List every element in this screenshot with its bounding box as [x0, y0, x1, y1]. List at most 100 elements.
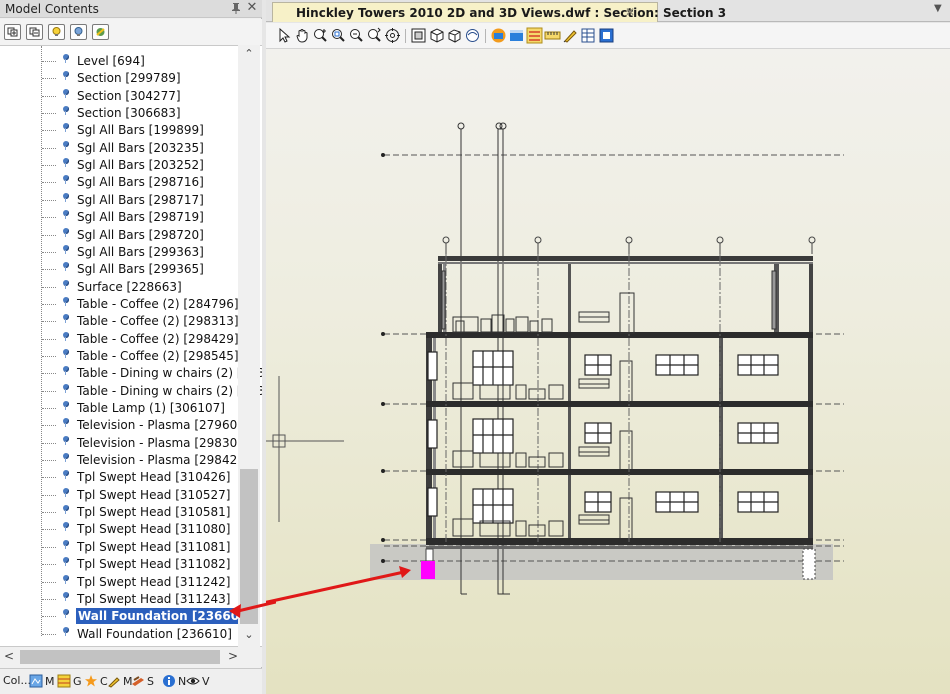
tree-item[interactable]: Television - Plasma [279607]: [0, 416, 250, 434]
pan-icon[interactable]: [294, 27, 311, 44]
tree-item-label: Tpl Swept Head [311080]: [77, 522, 231, 537]
orbit-icon[interactable]: [384, 27, 401, 44]
element-pin-icon: [63, 262, 69, 272]
scroll-right-icon[interactable]: >: [228, 649, 238, 663]
tree-connector: [42, 251, 56, 253]
table-icon[interactable]: [580, 27, 597, 44]
hscroll-thumb[interactable]: [20, 650, 220, 664]
pin-icon[interactable]: [230, 1, 242, 15]
grid-icon: [57, 674, 71, 688]
tree-item-label: Television - Plasma [298425]: [77, 453, 250, 468]
tree-item[interactable]: Sgl All Bars [199899]: [0, 121, 238, 139]
tab-contents[interactable]: Col...: [3, 674, 31, 690]
fit-icon[interactable]: [410, 27, 427, 44]
zoom-window-icon[interactable]: [330, 27, 347, 44]
document-tabbar: Hinckley Towers 2010 2D and 3D Views.dwf…: [266, 0, 950, 22]
tree-item[interactable]: Sgl All Bars [298717]: [0, 191, 238, 209]
element-pin-icon: [63, 522, 69, 532]
tree-item[interactable]: Sgl All Bars [299365]: [0, 260, 238, 278]
element-pin-icon: [63, 418, 69, 428]
zoom-icon[interactable]: [312, 27, 329, 44]
tree-item-label: Tpl Swept Head [311082]: [77, 557, 231, 572]
tree-item[interactable]: Section [304277]: [0, 87, 238, 105]
tree-item[interactable]: Tpl Swept Head [310426]: [0, 468, 238, 486]
tree-item[interactable]: Tpl Swept Head [311082]: [0, 555, 238, 573]
tree-item[interactable]: Table - Dining w chairs (2) [298: [0, 382, 262, 400]
tab-c[interactable]: C: [84, 674, 108, 690]
tree-item[interactable]: Wall Foundation [236610]: [0, 625, 238, 643]
tree-connector: [42, 408, 56, 409]
zoom-extents-icon[interactable]: [348, 27, 365, 44]
scroll-down-icon[interactable]: ⌄: [238, 628, 260, 646]
tree-connector: [42, 442, 56, 444]
tree-item[interactable]: Tpl Swept Head [311080]: [0, 520, 238, 538]
tree-item[interactable]: Table - Coffee (2) [298429]: [0, 330, 239, 348]
tree-item-label: Section [306683]: [77, 106, 181, 121]
tree-item[interactable]: Table Lamp (1) [306107]: [0, 399, 238, 417]
scroll-up-icon[interactable]: ⌃: [238, 47, 260, 65]
tree-item-label: Section [299789]: [77, 71, 181, 86]
tab-v[interactable]: V: [186, 674, 210, 690]
scroll-left-icon[interactable]: <: [4, 649, 14, 663]
zoom-previous-icon[interactable]: [366, 27, 383, 44]
tree-connector: [42, 269, 56, 271]
tree-connector: [42, 113, 56, 115]
cube-icon[interactable]: [428, 27, 445, 44]
measure-icon[interactable]: [544, 27, 561, 44]
tab-model[interactable]: M: [29, 674, 55, 690]
tree-item[interactable]: Section [299789]: [0, 69, 238, 87]
tree-item[interactable]: Sgl All Bars [298716]: [0, 173, 238, 191]
model-tree[interactable]: Level [694] Section [299789] Section [3042…: [0, 45, 262, 647]
element-pin-icon: [63, 140, 69, 150]
expand-all-icon[interactable]: [4, 24, 21, 40]
tree-item[interactable]: Sgl All Bars [203235]: [0, 139, 238, 157]
close-tab-icon[interactable]: ✕: [625, 5, 635, 19]
tab-s[interactable]: S: [131, 674, 154, 690]
tree-item[interactable]: Surface [228663]: [0, 278, 238, 296]
tree-item[interactable]: Wall Foundation [236604]: [0, 607, 255, 625]
close-panel-icon[interactable]: ✕: [245, 0, 259, 16]
tree-item[interactable]: Tpl Swept Head [311243]: [0, 590, 238, 608]
fullscreen-icon[interactable]: [598, 27, 615, 44]
tree-item[interactable]: Table - Dining w chairs (2) [298: [0, 364, 262, 382]
select-icon[interactable]: [276, 27, 293, 44]
tab-markup[interactable]: M: [107, 674, 133, 690]
tree-item[interactable]: Television - Plasma [298309]: [0, 434, 250, 452]
tree-item[interactable]: Table - Coffee (2) [298313]: [0, 312, 239, 330]
tree-item[interactable]: Tpl Swept Head [310581]: [0, 503, 238, 521]
drawing-canvas[interactable]: [266, 49, 950, 694]
shaded-icon[interactable]: [464, 27, 481, 44]
tab-document-section-3[interactable]: Hinckley Towers 2010 2D and 3D Views.dwf…: [272, 2, 726, 22]
highlight-icon[interactable]: [508, 27, 525, 44]
properties-icon[interactable]: [92, 24, 109, 40]
layers-icon[interactable]: [526, 27, 543, 44]
hide-object-icon[interactable]: [70, 24, 87, 40]
element-pin-icon: [63, 331, 69, 341]
tree-horizontal-scrollbar[interactable]: < >: [0, 647, 262, 667]
show-object-icon[interactable]: [48, 24, 65, 40]
eye-icon: [186, 677, 200, 685]
tree-item[interactable]: Table - Coffee (2) [298545]: [0, 347, 239, 365]
tree-item[interactable]: Tpl Swept Head [310527]: [0, 486, 238, 504]
section-icon[interactable]: [490, 27, 507, 44]
tree-item[interactable]: Tpl Swept Head [311242]: [0, 573, 238, 591]
tree-item[interactable]: Sgl All Bars [203252]: [0, 156, 238, 174]
tab-grid[interactable]: G: [57, 674, 82, 690]
tab-n[interactable]: N: [162, 674, 186, 690]
tree-item-label: Sgl All Bars [203235]: [77, 140, 204, 155]
tree-item[interactable]: Sgl All Bars [299363]: [0, 243, 238, 261]
tree-item[interactable]: Tpl Swept Head [311081]: [0, 538, 238, 556]
tree-item[interactable]: Television - Plasma [298425]: [0, 451, 250, 469]
tree-item[interactable]: Section [306683]: [0, 104, 238, 122]
view-cube-icon[interactable]: [446, 27, 463, 44]
highlighted-wall-foundation[interactable]: [421, 561, 435, 579]
tree-vertical-scrollbar[interactable]: ⌃ ⌄: [238, 45, 260, 647]
tab-list-dropdown-icon[interactable]: ▼: [934, 3, 942, 14]
tree-item[interactable]: Table - Coffee (2) [284796]: [0, 295, 239, 313]
markup-pen-icon[interactable]: [562, 27, 579, 44]
info-icon: [163, 675, 175, 687]
tree-item[interactable]: Sgl All Bars [298720]: [0, 226, 238, 244]
tree-item[interactable]: Level [694]: [0, 52, 238, 70]
collapse-all-icon[interactable]: [26, 24, 43, 40]
tree-item[interactable]: Sgl All Bars [298719]: [0, 208, 238, 226]
